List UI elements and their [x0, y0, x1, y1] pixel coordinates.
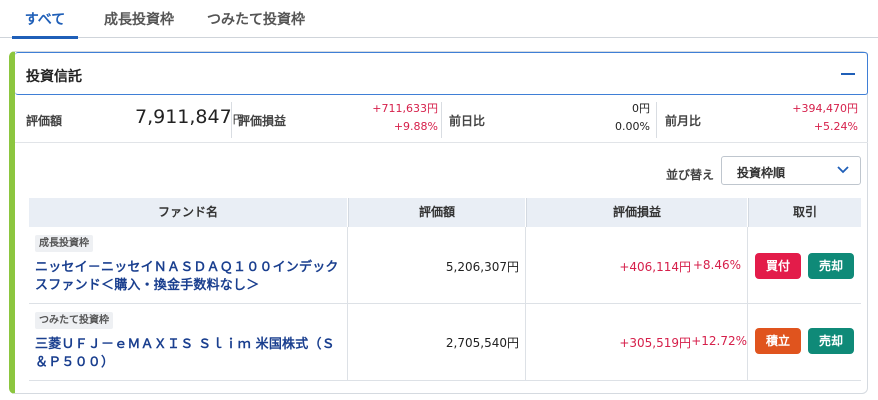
account-badge: 成長投資枠: [35, 235, 93, 252]
accumulate-button[interactable]: 積立: [755, 328, 801, 354]
month-change-amount: +394,470円: [792, 102, 858, 115]
fund-name-link[interactable]: 三菱ＵＦＪ－ｅＭＡＸＩＳ Ｓｌｉｍ 米国株式（Ｓ＆Ｐ５００）: [35, 336, 345, 372]
pl-amount: +711,633円: [372, 102, 438, 115]
divider: [656, 102, 657, 138]
sell-button[interactable]: 売却: [808, 253, 854, 279]
header-valuation: 評価額: [348, 198, 525, 227]
tab-bar: すべて 成長投資枠 つみたて投資枠: [0, 0, 878, 39]
fund-table: ファンド名 評価額 評価損益 取引 成長投資枠 ニッセイ－ニッセイＮＡＳＤＡＱ１…: [29, 198, 861, 381]
month-change-pct: +5.24%: [813, 120, 858, 133]
tab-all[interactable]: すべて: [12, 9, 78, 39]
valuation-label: 評価額: [26, 114, 63, 128]
tab-growth[interactable]: 成長投資枠: [98, 9, 180, 38]
month-change-label: 前月比: [665, 114, 702, 128]
row-valuation: 5,206,307円: [445, 260, 519, 274]
summary-row: 評価額 7,911,847円 評価損益 +711,633円 +9.88% 前日比…: [15, 96, 868, 143]
divider: [347, 304, 348, 381]
sell-button[interactable]: 売却: [808, 328, 854, 354]
divider: [525, 227, 526, 304]
valuation-value: 7,911,847円: [135, 106, 244, 128]
sort-select[interactable]: 投資枠順: [721, 156, 861, 185]
header-pl: 評価損益: [526, 198, 747, 227]
chevron-down-icon: [837, 166, 849, 174]
header-trade: 取引: [748, 198, 861, 227]
tab-tsumitate[interactable]: つみたて投資枠: [200, 9, 312, 38]
divider: [747, 304, 748, 381]
sort-label: 並び替え: [666, 168, 715, 182]
day-change-label: 前日比: [449, 114, 486, 128]
collapse-minus-icon[interactable]: [839, 63, 857, 83]
card-header[interactable]: 投資信託: [15, 52, 868, 95]
day-change-amount: 0円: [632, 102, 650, 115]
divider: [525, 304, 526, 381]
divider: [747, 227, 748, 304]
divider: [441, 102, 442, 138]
row-pl-amount: +305,519円: [619, 336, 691, 350]
divider: [347, 227, 348, 304]
buy-button[interactable]: 買付: [755, 253, 801, 279]
pl-label: 評価損益: [238, 114, 287, 128]
table-row: つみたて投資枠 三菱ＵＦＪ－ｅＭＡＸＩＳ Ｓｌｉｍ 米国株式（Ｓ＆Ｐ５００） 2…: [29, 304, 861, 381]
fund-name-link[interactable]: ニッセイ－ニッセイＮＡＳＤＡＱ１００インデックスファンド＜購入・換金手数料なし＞: [35, 259, 345, 295]
row-valuation: 2,705,540円: [445, 336, 519, 350]
day-change-pct: 0.00%: [615, 120, 650, 133]
sort-value: 投資枠順: [737, 166, 786, 180]
header-fund-name: ファンド名: [29, 198, 347, 227]
divider: [231, 102, 232, 138]
table-row: 成長投資枠 ニッセイ－ニッセイＮＡＳＤＡＱ１００インデックスファンド＜購入・換金…: [29, 227, 861, 304]
account-badge: つみたて投資枠: [35, 312, 113, 329]
investment-trust-card: 投資信託 評価額 7,911,847円 評価損益 +711,633円 +9.88…: [9, 51, 868, 394]
row-pl-pct: +12.72%: [691, 334, 747, 348]
card-title: 投資信託: [26, 69, 82, 85]
row-pl-amount: +406,114円: [619, 260, 691, 274]
pl-pct: +9.88%: [393, 120, 438, 133]
row-pl-pct: +8.46%: [692, 258, 741, 272]
